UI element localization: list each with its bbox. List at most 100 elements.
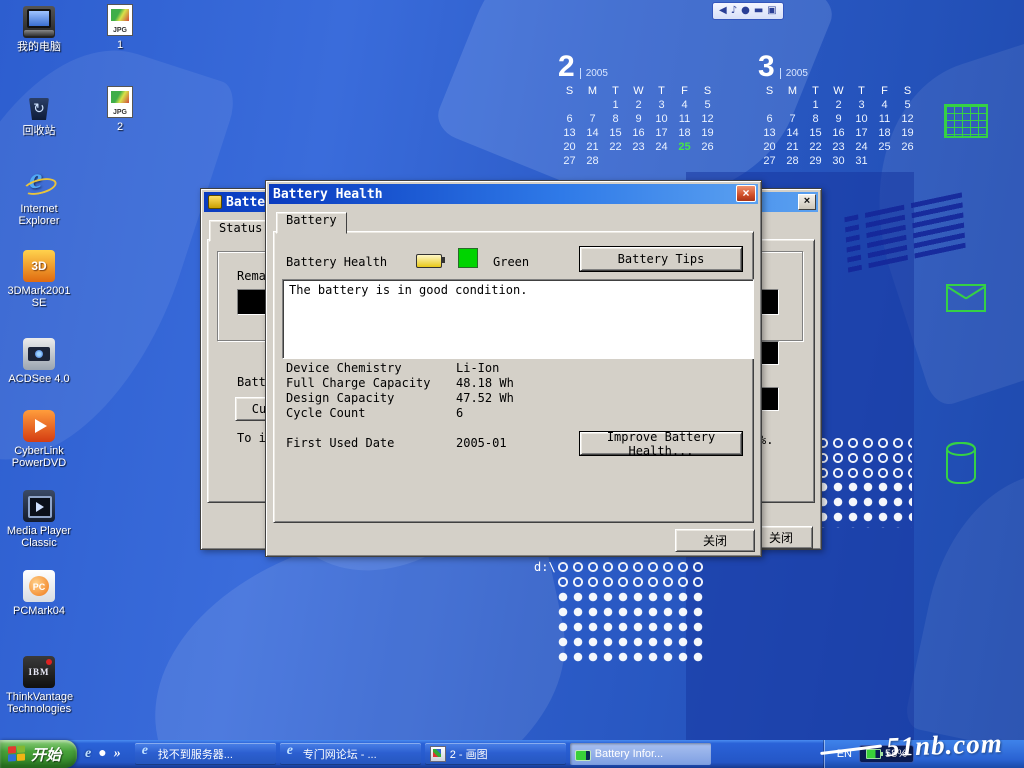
calendar-day: 20 [558,141,581,155]
taskbar-task[interactable]: Battery Infor... [570,743,711,765]
calendar-day: 7 [581,113,604,127]
desktop-icon-acdsee[interactable]: ACDSee 4.0 [6,338,72,385]
desktop-icon-recycle-bin[interactable]: 回收站 [6,90,72,137]
calendar-weekday: S [696,85,719,99]
calendar-day: 15 [804,127,827,141]
battery-icon [575,750,591,761]
calendar-day: 31 [850,155,873,169]
calendar-day: 2 [627,99,650,113]
input-method-icon[interactable]: ◀ [719,4,727,18]
calendar-year: 2005 [780,68,808,79]
calendar-day: 1 [804,99,827,113]
desktop-icon-3dmark2001[interactable]: 3DMark2001 SE [6,250,72,309]
calendar-day: 19 [696,127,719,141]
desktop-icon-internet-explorer[interactable]: Internet Explorer [6,168,72,227]
calendar-day: 27 [758,155,781,169]
field-label: First Used Date [286,436,456,451]
task-label: 专门网论坛 - ... [303,746,377,762]
database-cylinder-icon [946,442,976,484]
condition-textbox[interactable]: The battery is in good condition. [282,279,754,359]
calendar-day [558,99,581,113]
desktop-icon-label: 1 [96,39,144,51]
field-value: 48.18 Wh [456,376,514,391]
sound-icon[interactable]: ♪ [731,4,737,18]
desktop-icon-thinkvantage[interactable]: ThinkVantage Technologies [6,656,72,715]
quick-launch-bar: e ● » [77,740,129,768]
calendar-day [758,99,781,113]
desktop-icon-pcmark04[interactable]: PCMark04 [6,570,72,617]
minimize-bar-icon[interactable]: ▬ [754,4,763,18]
start-button[interactable]: 开始 [0,740,77,768]
calendar-weekday: M [781,85,804,99]
calendar-day: 28 [781,155,804,169]
media-quicklaunch-icon[interactable]: ● [98,742,106,766]
calendar-day: 12 [896,113,919,127]
taskbar-task[interactable]: 找不到服务器... [135,743,276,765]
info-close-x-icon[interactable] [798,194,816,210]
desktop: d:\ 22005 SMTWTFS12345678910111213141516… [0,0,1024,768]
improve-battery-health-button[interactable]: Improve Battery Health... [580,432,742,455]
calendar-day: 26 [896,141,919,155]
calendar-day: 8 [804,113,827,127]
calendar-day: 6 [758,113,781,127]
layout-grid-icon[interactable]: ▣ [767,4,776,18]
tab-status[interactable]: Status [209,220,272,242]
calendar-day: 17 [850,127,873,141]
ie-quicklaunch-icon[interactable]: e [85,742,91,766]
calendar-day: 30 [827,155,850,169]
desktop-icon-media-player-classic[interactable]: Media Player Classic [6,490,72,549]
battery-icon [416,254,442,268]
calendar-year: 2005 [580,68,608,79]
desktop-icon-jpg-1[interactable]: 1 [96,4,144,51]
calendar-day [604,155,627,169]
tab-battery[interactable]: Battery [276,212,347,234]
field-value: 47.52 Wh [456,391,514,406]
field-label: Device Chemistry [286,361,456,376]
calendar-day [781,99,804,113]
desktop-icon-jpg-2[interactable]: 2 [96,86,144,133]
calendar-day: 3 [850,99,873,113]
task-label: Battery Infor... [595,748,663,760]
taskbar-task[interactable]: 专门网论坛 - ... [280,743,421,765]
calendar-month-number: 3 [758,52,775,82]
calendar-day: 3 [650,99,673,113]
calendar-weekday: F [673,85,696,99]
calendar-day: 16 [827,127,850,141]
calendar-day: 13 [758,127,781,141]
battery-health-dialog[interactable]: Battery Health Battery Battery Health Gr… [265,180,762,557]
task-label: 找不到服务器... [158,746,233,762]
battery-health-titlebar[interactable]: Battery Health [269,184,758,204]
pcmark04-icon [23,570,55,602]
watermark: 51nb.com [885,728,1003,763]
dots-pattern-filled [816,480,912,528]
taskbar-task[interactable]: 2 - 画图 [425,743,566,765]
calendar-day: 11 [873,113,896,127]
calendar-day: 5 [696,99,719,113]
health-close-button[interactable]: 关闭 [675,529,755,552]
wallpaper-calendar-march: 32005 SMTWTFS123456789101112131415161718… [758,52,919,169]
calendar-weekday: T [604,85,627,99]
note-text: To i [237,431,266,445]
field-label: Full Charge Capacity [286,376,456,391]
overflow-chevron-icon[interactable]: » [114,742,121,766]
my-computer-icon [23,6,55,38]
calendar-weekday: T [850,85,873,99]
desktop-icon-my-computer[interactable]: 我的电脑 [6,6,72,53]
jpg-file-icon [107,4,133,36]
thinkvantage-icon [23,656,55,688]
battery-tips-button[interactable]: Battery Tips [580,247,742,271]
health-close-x-icon[interactable] [736,185,756,202]
calendar-month-number: 2 [558,52,575,82]
calendar-day: 28 [581,155,604,169]
calendar-weekday: W [827,85,850,99]
tool-dot-icon[interactable]: ● [741,4,750,18]
desktop-icon-label: CyberLink PowerDVD [6,445,72,469]
desktop-icon-powerdvd[interactable]: CyberLink PowerDVD [6,410,72,469]
wallpaper-leaf [903,452,1024,767]
calendar-weekday: T [650,85,673,99]
language-bar[interactable]: ◀ ♪ ● ▬ ▣ [712,2,784,20]
windows-flag-icon [8,745,26,762]
window-title: Batte [226,195,265,210]
calendar-day: 7 [781,113,804,127]
dialog-title: Battery Health [273,187,383,202]
